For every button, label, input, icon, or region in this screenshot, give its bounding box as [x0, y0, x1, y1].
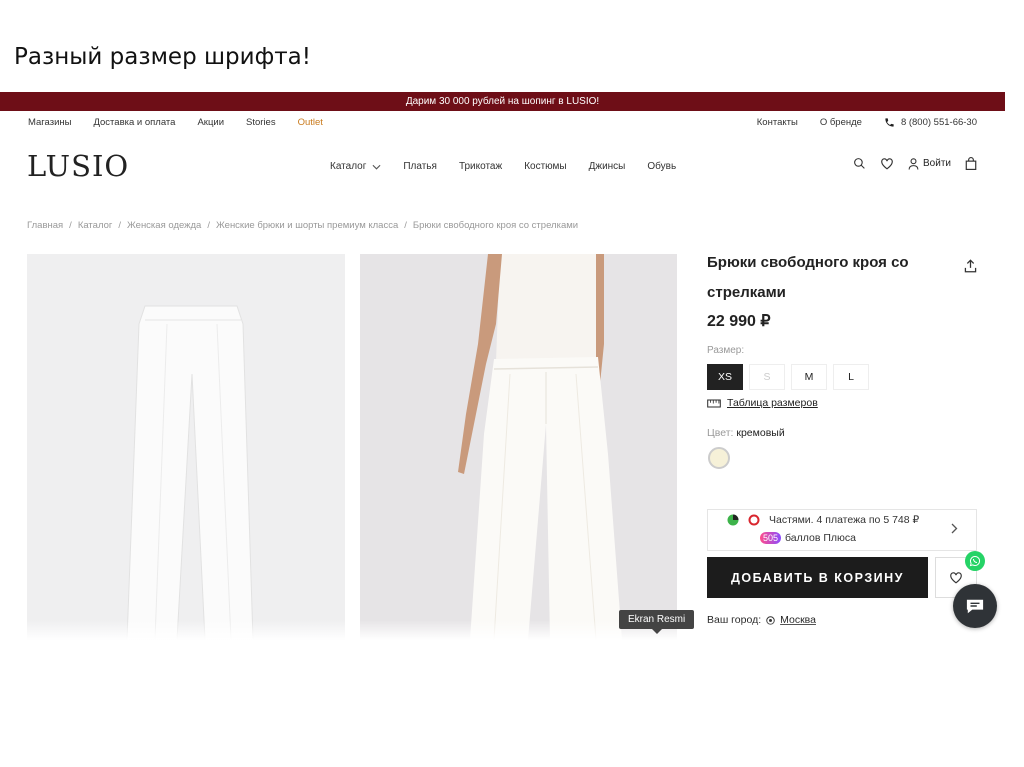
installments-text: Частями. 4 платежа по 5 748 ₽: [769, 514, 920, 526]
nav-item-catalog[interactable]: Каталог: [330, 161, 381, 172]
size-option-xs[interactable]: XS: [707, 364, 743, 390]
login-button[interactable]: Войти: [908, 157, 951, 170]
nav-item-jeans[interactable]: Джинсы: [589, 161, 626, 172]
whatsapp-button[interactable]: [965, 551, 985, 571]
add-to-cart-button[interactable]: ДОБАВИТЬ В КОРЗИНУ: [707, 557, 928, 598]
plus-points-text: баллов Плюса: [785, 532, 856, 544]
breadcrumb: Главная / Каталог / Женская одежда / Женски…: [27, 220, 578, 231]
util-link-contacts[interactable]: Контакты: [757, 117, 798, 128]
size-selector: XS S M L: [707, 364, 977, 390]
nav-item-shoes[interactable]: Обувь: [647, 161, 676, 172]
shopping-bag-icon[interactable]: [965, 157, 977, 170]
website-screenshot: Дарим 30 000 рублей на шопинг в LUSIO! М…: [0, 92, 1005, 640]
installments-box[interactable]: Частями. 4 платежа по 5 748 ₽ 505 баллов…: [707, 509, 977, 551]
whatsapp-icon: [969, 555, 981, 567]
color-swatch-cream[interactable]: [708, 447, 730, 469]
breadcrumb-trousers[interactable]: Женские брюки и шорты премиум класса: [216, 220, 398, 231]
main-nav: Каталог Платья Трикотаж Костюмы Джинсы О…: [330, 161, 676, 172]
heart-icon: [950, 572, 962, 584]
breadcrumb-women[interactable]: Женская одежда: [127, 220, 201, 231]
promo-banner[interactable]: Дарим 30 000 рублей на шопинг в LUSIO!: [0, 92, 1005, 111]
site-header: LUSIO Каталог Платья Трикотаж Костюмы Дж…: [0, 133, 1005, 201]
color-row: Цвет: кремовый: [707, 427, 977, 439]
breadcrumb-home[interactable]: Главная: [27, 220, 63, 231]
heart-icon[interactable]: [880, 157, 894, 170]
breadcrumb-separator: /: [118, 220, 121, 231]
size-option-l[interactable]: L: [833, 364, 869, 390]
product-price: 22 990 ₽: [707, 313, 771, 330]
phone-number[interactable]: 8 (800) 551-66-30: [901, 117, 977, 128]
util-link-about[interactable]: О бренде: [820, 117, 862, 128]
nav-item-knitwear[interactable]: Трикотаж: [459, 161, 502, 172]
screenshot-fade: [0, 620, 1005, 640]
size-label: Размер:: [707, 345, 745, 356]
nav-item-suits[interactable]: Костюмы: [524, 161, 566, 172]
brand-logo[interactable]: LUSIO: [27, 149, 129, 183]
color-value: кремовый: [736, 427, 785, 439]
utility-nav: Магазины Доставка и оплата Акции Stories…: [0, 111, 1005, 133]
slide-title: Разный размер шрифта!: [14, 44, 311, 70]
screenshot-tooltip: Ekran Resmi: [619, 610, 695, 634]
size-table-link[interactable]: Таблица размеров: [707, 397, 977, 409]
login-label: Войти: [923, 158, 951, 169]
ruler-icon: [707, 398, 721, 408]
size-table-label: Таблица размеров: [727, 397, 818, 409]
nav-catalog-label: Каталог: [330, 161, 367, 172]
color-label: Цвет:: [707, 427, 734, 439]
product-image-model[interactable]: [360, 254, 677, 640]
size-option-m[interactable]: M: [791, 364, 827, 390]
user-icon: [908, 157, 919, 169]
breadcrumb-catalog[interactable]: Каталог: [78, 220, 113, 231]
model-illustration: [458, 254, 622, 640]
breadcrumb-separator: /: [69, 220, 72, 231]
chevron-down-icon: [372, 164, 381, 170]
chat-bubble-icon: [966, 599, 984, 614]
product-title: Брюки свободного кроя со стрелками: [707, 254, 909, 301]
header-actions: Войти: [853, 157, 977, 170]
trousers-illustration: [126, 305, 254, 640]
chat-button[interactable]: [953, 584, 997, 628]
plus-points-badge: 505: [760, 532, 782, 544]
util-link-delivery[interactable]: Доставка и оплата: [93, 117, 175, 128]
util-link-stores[interactable]: Магазины: [28, 117, 71, 128]
yandex-plus-ring-icon: [748, 514, 760, 526]
search-icon[interactable]: [853, 157, 866, 170]
breadcrumb-separator: /: [404, 220, 407, 231]
nav-item-dresses[interactable]: Платья: [403, 161, 437, 172]
util-link-outlet[interactable]: Outlet: [298, 117, 323, 128]
product-image-flat[interactable]: [27, 254, 345, 640]
product-info-panel: Брюки свободного кроя со стрелками 22 99…: [707, 254, 977, 626]
util-link-stories[interactable]: Stories: [246, 117, 276, 128]
util-link-promotions[interactable]: Акции: [197, 117, 224, 128]
breadcrumb-separator: /: [207, 220, 210, 231]
chevron-right-icon: [951, 523, 958, 534]
phone-icon: [885, 117, 894, 127]
size-option-s[interactable]: S: [749, 364, 785, 390]
split-payment-icon: [727, 514, 739, 526]
breadcrumb-current: Брюки свободного кроя со стрелками: [412, 220, 579, 231]
share-icon[interactable]: [964, 259, 977, 273]
